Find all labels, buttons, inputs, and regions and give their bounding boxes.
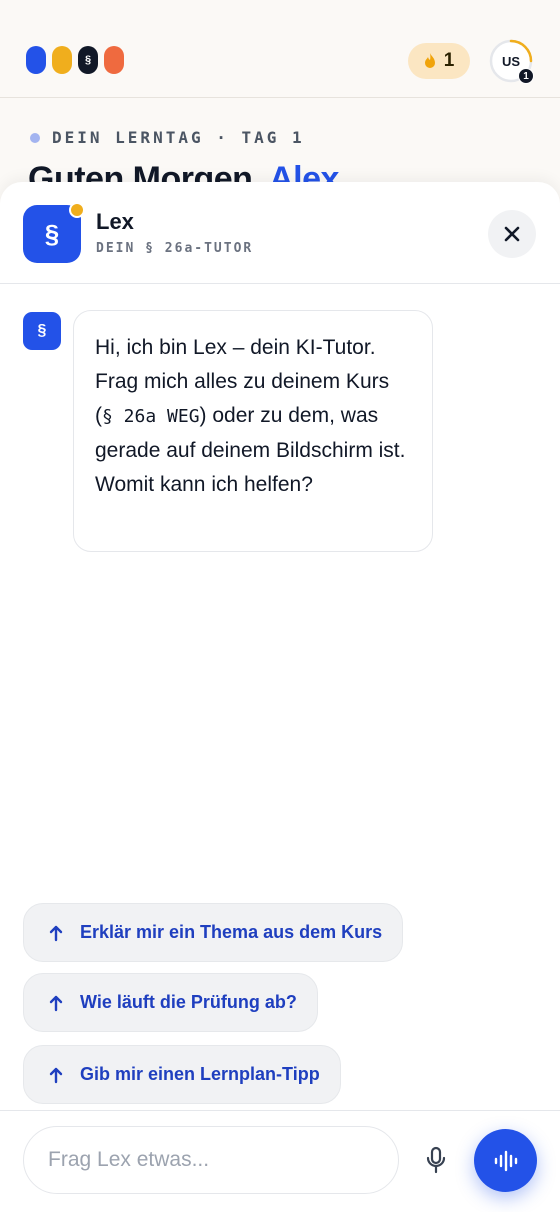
microphone-icon [426,1146,446,1174]
tutor-name: Lex [96,209,134,234]
tutor-subtitle: DEIN § 26a-TUTOR [96,241,254,256]
brand-logo[interactable]: § [26,46,124,74]
arrow-up-icon [49,995,63,1011]
arrow-up-icon [49,1067,63,1083]
microphone-button[interactable] [420,1144,452,1176]
status-dot [30,132,40,143]
tutor-chat-sheet: § Lex DEIN § 26a-TUTOR § Hi, ich bin Lex… [0,182,560,1212]
logo-pill-paragraph: § [78,46,98,74]
streak-badge[interactable]: 1 [408,43,470,79]
flame-icon [424,53,435,68]
suggestion-chip[interactable]: Wie läuft die Prüfung ab? [23,973,318,1032]
user-level-badge: 1 [518,68,534,84]
message-input[interactable] [23,1126,399,1194]
suggestion-label: Wie läuft die Prüfung ab? [80,992,297,1012]
learning-day-label: DEIN LERNTAG · TAG 1 [30,128,305,147]
learning-day-text: DEIN LERNTAG · TAG 1 [52,128,305,147]
suggestion-label: Erklär mir ein Thema aus dem Kurs [80,922,383,942]
streak-count: 1 [443,50,455,71]
voice-mode-button[interactable] [474,1129,537,1192]
close-icon [504,226,520,242]
audio-waveform-icon [494,1150,517,1171]
close-chat-button[interactable] [488,210,536,258]
arrow-up-icon [49,925,63,941]
suggestion-label: Gib mir einen Lernplan-Tipp [80,1064,320,1084]
logo-pill-orange [104,46,124,74]
tutor-avatar: § [23,202,85,263]
paragraph-icon: § [44,218,60,249]
logo-pill-yellow [52,46,72,74]
suggestion-chip[interactable]: Erklär mir ein Thema aus dem Kurs [23,903,404,962]
user-avatar[interactable]: US 1 [489,39,534,84]
chat-header: § Lex DEIN § 26a-TUTOR [0,182,560,284]
message-code: § 26a WEG [102,406,200,427]
online-indicator [69,202,85,218]
tutor-message-bubble: Hi, ich bin Lex – dein KI-Tutor. Frag mi… [73,310,433,552]
paragraph-icon: § [37,322,47,339]
message-avatar: § [23,312,61,350]
message-composer [0,1110,560,1212]
logo-pill-blue [26,46,46,74]
suggestion-chip[interactable]: Gib mir einen Lernplan-Tipp [23,1045,341,1104]
top-bar: § 1 US 1 [0,0,560,98]
